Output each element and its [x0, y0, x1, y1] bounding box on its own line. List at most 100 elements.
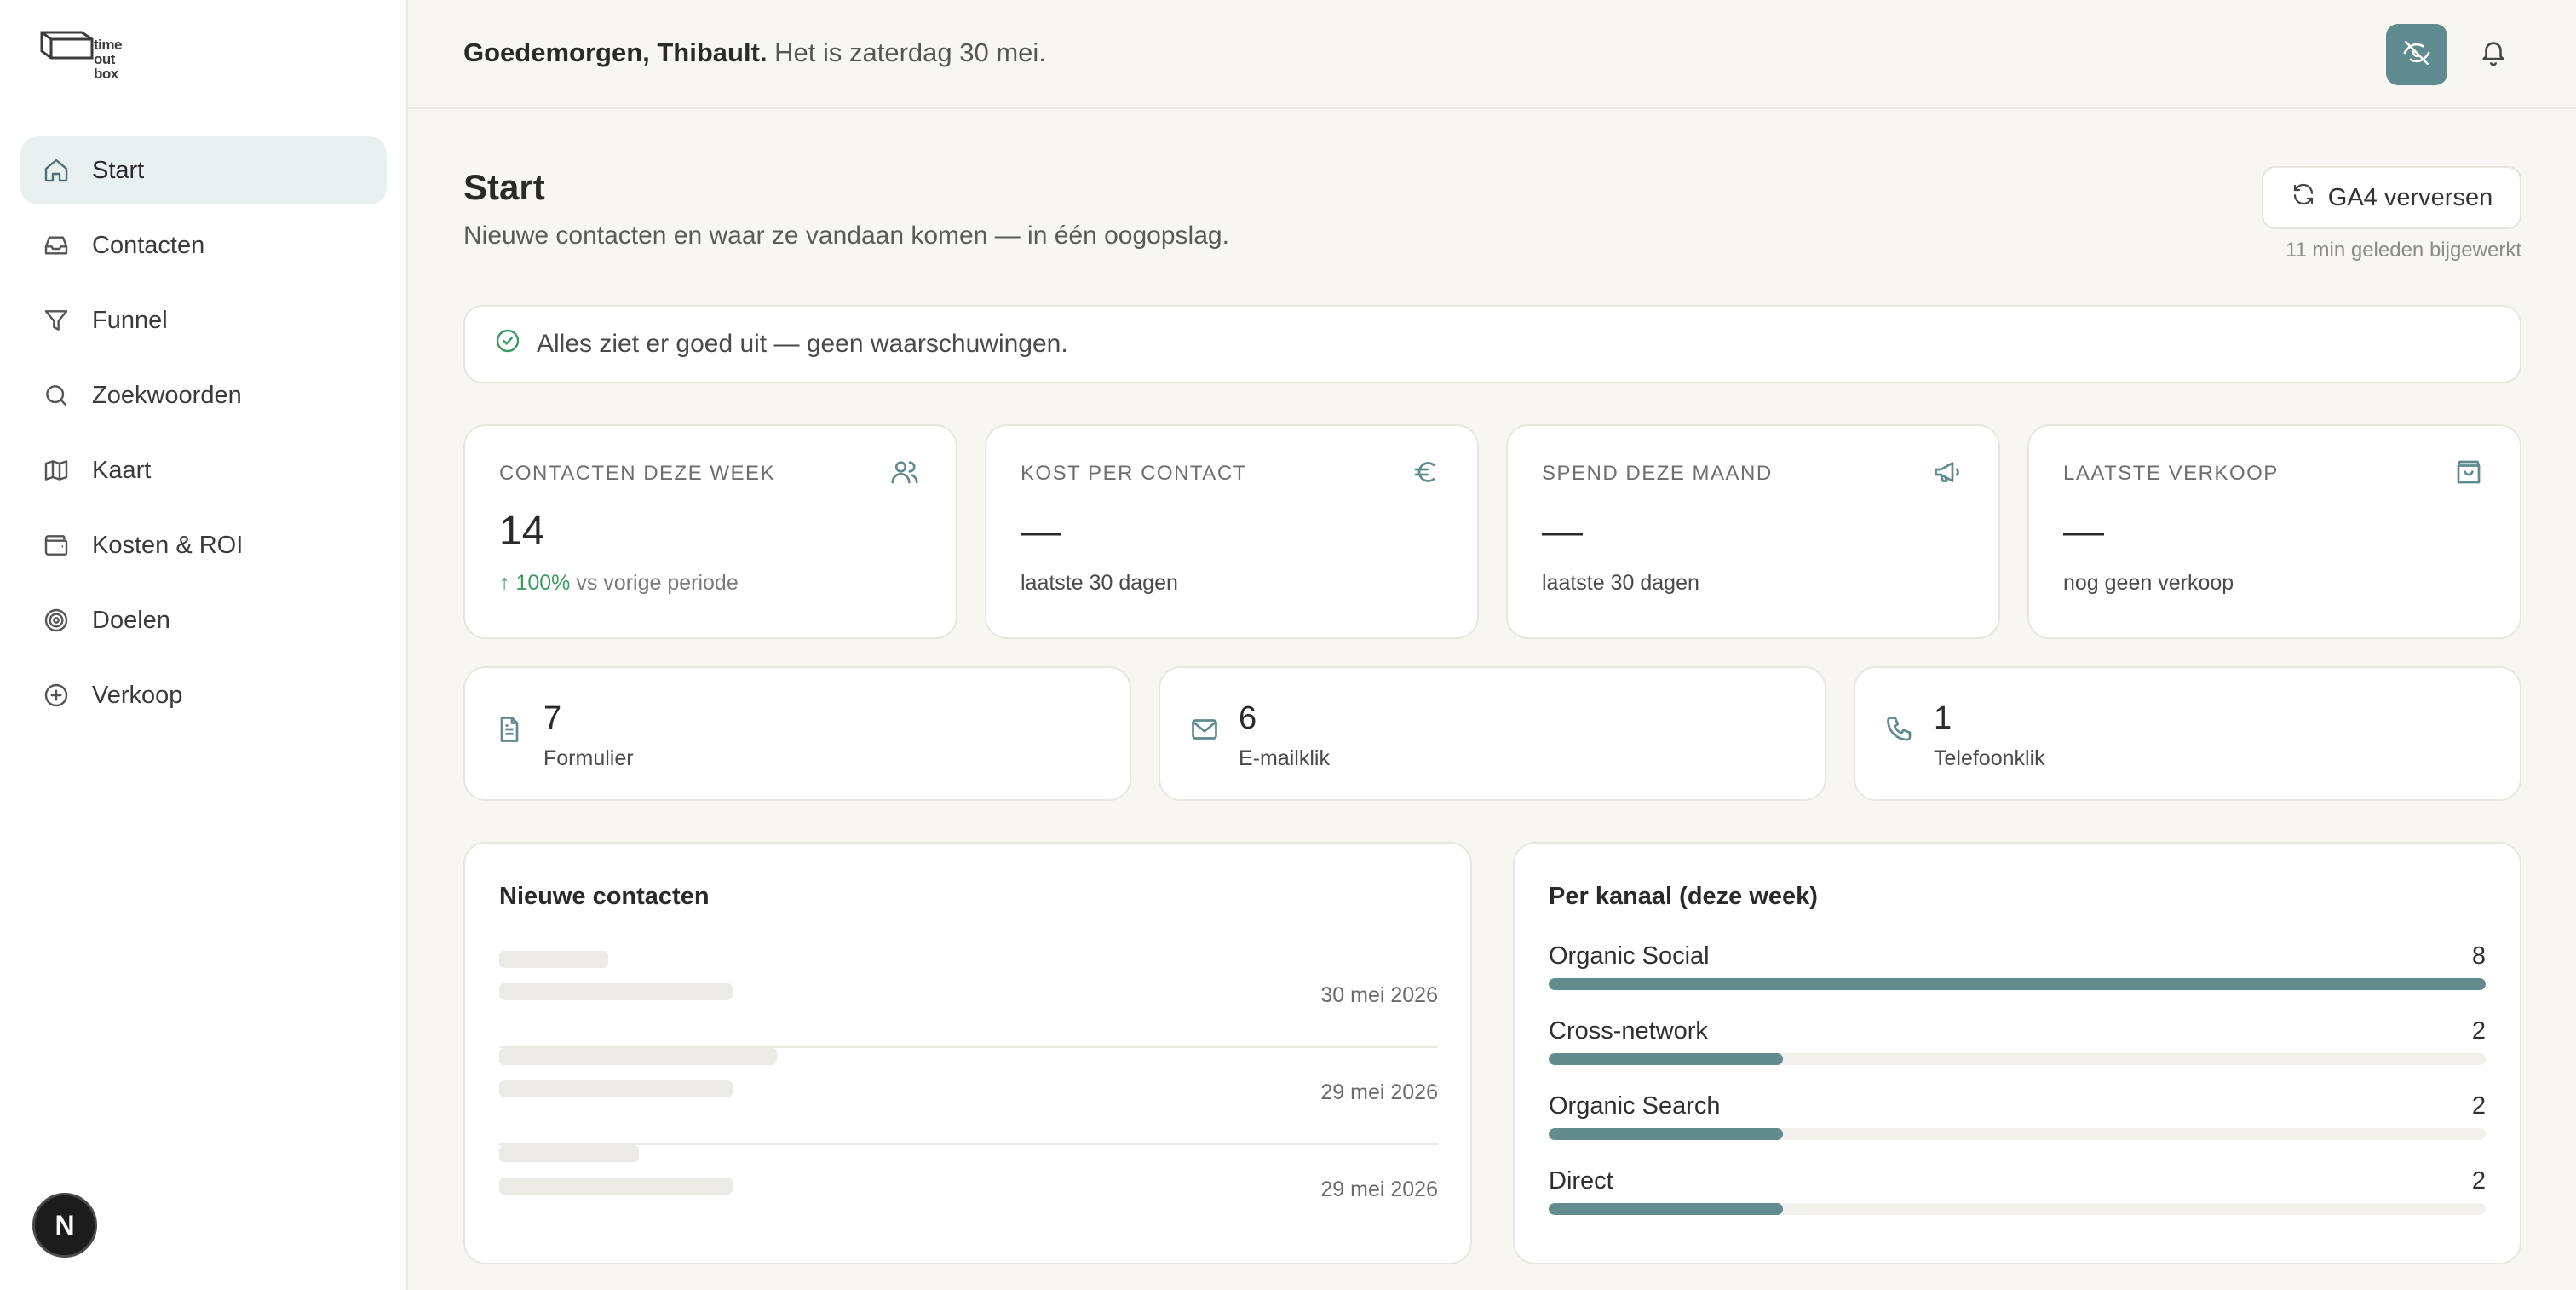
kpi-change: ↑ 100% vs vorige periode [499, 571, 739, 596]
channel-bar-track [1549, 1053, 2486, 1065]
sidebar-item-contacten[interactable]: Contacten [20, 211, 387, 279]
channel-row: Organic Social 8 [1549, 942, 2486, 1011]
contact-detail-skeleton [499, 1178, 733, 1195]
kpi-card-laatste-verkoop: Laatste verkoop — nog geen verkoop [2027, 424, 2521, 639]
kpi-value: — [1021, 509, 1061, 554]
eye-off-icon [2402, 38, 2431, 72]
wallet-icon [41, 530, 72, 561]
sidebar-item-kosten-roi[interactable]: Kosten & ROI [20, 511, 387, 579]
ga4-refresh-button[interactable]: GA4 verversen [2262, 166, 2521, 229]
check-circle-icon [494, 327, 521, 361]
sidebar-item-label: Doelen [92, 606, 170, 634]
sidebar-item-doelen[interactable]: Doelen [20, 586, 387, 654]
home-icon [41, 155, 72, 186]
sidebar-item-kaart[interactable]: Kaart [20, 436, 387, 504]
source-value: 7 [543, 700, 562, 736]
sidebar-item-label: Start [92, 156, 145, 184]
sidebar-item-start[interactable]: Start [20, 136, 387, 204]
panel-title: Per kanaal (deze week) [1549, 883, 1818, 910]
refresh-icon [2291, 181, 2316, 214]
kpi-sub: laatste 30 dagen [1542, 571, 1699, 595]
kpi-card-spend: Spend deze maand — laatste 30 dagen [1506, 424, 2000, 639]
notifications-button[interactable] [2463, 24, 2524, 85]
channel-bar-fill [1549, 978, 2486, 990]
kpi-value: — [2063, 509, 2104, 554]
channel-value: 2 [2471, 1092, 2486, 1120]
contact-row[interactable]: 29 mei 2026 [499, 1048, 1438, 1145]
contact-name-skeleton [499, 1145, 639, 1162]
sidebar-item-label: Funnel [92, 306, 168, 334]
contact-date: 29 mei 2026 [1320, 1080, 1438, 1104]
channel-value: 8 [2471, 942, 2486, 970]
sidebar-item-label: Kaart [92, 456, 152, 484]
per-channel-panel: Per kanaal (deze week) Organic Social 8 … [1513, 842, 2521, 1264]
source-value: 6 [1239, 700, 1257, 736]
kpi-label: Laatste verkoop [2063, 462, 2279, 485]
sidebar-item-funnel[interactable]: Funnel [20, 286, 387, 354]
contact-detail-skeleton [499, 1080, 733, 1097]
contact-name-skeleton [499, 1048, 777, 1065]
kpi-value: 14 [499, 509, 545, 554]
channel-bar-fill [1549, 1053, 1783, 1065]
kpi-card-kost-per-contact: Kost per contact — laatste 30 dagen [985, 424, 1479, 639]
source-card-telefoonklik: 1 Telefoonklik [1854, 666, 2521, 801]
target-icon [41, 605, 72, 636]
kpi-change-value: 100% [515, 571, 571, 595]
search-icon [41, 380, 72, 411]
document-icon [494, 714, 530, 750]
source-value: 1 [1934, 700, 1952, 736]
shopping-bag-icon [2453, 457, 2487, 491]
source-label: Telefoonklik [1934, 746, 2045, 770]
mail-icon [1189, 714, 1225, 750]
contact-date: 30 mei 2026 [1320, 983, 1438, 1007]
source-card-formulier: 7 Formulier [463, 666, 1131, 801]
greeting: Goedemorgen, Thibault. Het is zaterdag 3… [463, 37, 1046, 68]
arrow-up-icon: ↑ [499, 571, 510, 595]
source-label: E-mailklik [1239, 746, 1330, 770]
channel-bar-track [1549, 1203, 2486, 1215]
page-title: Start [463, 167, 545, 207]
brand-logo[interactable]: time out box [39, 27, 133, 84]
contact-date: 29 mei 2026 [1320, 1178, 1438, 1201]
sidebar-item-verkoop[interactable]: Verkoop [20, 661, 387, 729]
sidebar-item-label: Contacten [92, 231, 205, 259]
source-card-emailklik: 6 E-mailklik [1159, 666, 1826, 801]
map-icon [41, 455, 72, 486]
channel-name: Direct [1549, 1167, 1613, 1195]
sidebar-item-zoekwoorden[interactable]: Zoekwoorden [20, 361, 387, 429]
plus-circle-icon [41, 680, 72, 711]
sidebar-item-label: Kosten & ROI [92, 531, 244, 559]
funnel-icon [41, 305, 72, 336]
new-contacts-panel: Nieuwe contacten 30 mei 2026 29 mei 2026… [463, 842, 1472, 1264]
contact-row[interactable]: 29 mei 2026 [499, 1145, 1438, 1242]
kpi-sub: laatste 30 dagen [1021, 571, 1178, 595]
phone-icon [1884, 714, 1920, 750]
channel-name: Organic Search [1549, 1092, 1721, 1120]
greeting-name: Goedemorgen, Thibault. [463, 37, 768, 67]
channel-name: Organic Social [1549, 942, 1710, 970]
channel-row: Organic Search 2 [1549, 1092, 2486, 1160]
kpi-change-suffix: vs vorige periode [576, 571, 739, 595]
contact-row[interactable]: 30 mei 2026 [499, 951, 1438, 1048]
dev-badge[interactable]: N [32, 1193, 97, 1258]
kpi-card-contacten: Contacten deze week 14 ↑ 100% vs vorige … [463, 424, 957, 639]
privacy-toggle-button[interactable] [2386, 24, 2447, 85]
greeting-date: Het is zaterdag 30 mei. [774, 37, 1046, 67]
euro-icon [1411, 457, 1445, 491]
kpi-value: — [1542, 509, 1583, 554]
kpi-label: Spend deze maand [1542, 462, 1773, 485]
contact-detail-skeleton [499, 983, 733, 1000]
ga4-refresh-label: GA4 verversen [2327, 183, 2493, 211]
channel-value: 2 [2471, 1017, 2486, 1045]
status-alert-text: Alles ziet er goed uit — geen waarschuwi… [537, 330, 1068, 358]
channel-name: Cross-network [1549, 1017, 1708, 1045]
page-subtitle: Nieuwe contacten en waar ze vandaan kome… [463, 222, 1229, 250]
sidebar-item-label: Zoekwoorden [92, 381, 242, 409]
channel-bar-track [1549, 978, 2486, 990]
last-updated: 11 min geleden bijgewerkt [2285, 239, 2521, 262]
kpi-sub: nog geen verkoop [2063, 571, 2234, 595]
kpi-label: Kost per contact [1021, 462, 1247, 485]
panel-title: Nieuwe contacten [499, 883, 710, 910]
logo-box-icon [40, 31, 94, 60]
source-label: Formulier [543, 746, 634, 770]
